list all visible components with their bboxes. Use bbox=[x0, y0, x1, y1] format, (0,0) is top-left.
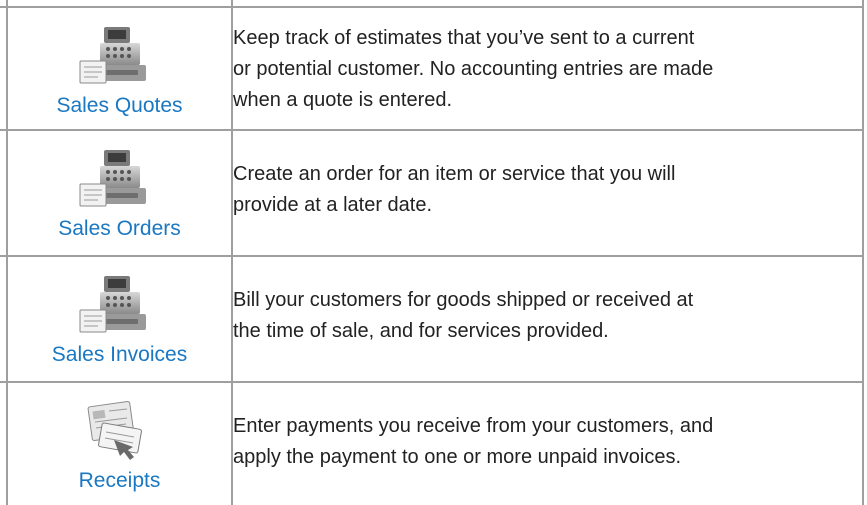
table-row-sales-invoices: Sales Invoices Bill your customers for g… bbox=[8, 257, 862, 379]
table-border-right bbox=[862, 0, 864, 505]
sales-tasks-table: Sales Quotes Keep track of estimates tha… bbox=[0, 0, 867, 505]
description-line: when a quote is entered. bbox=[233, 89, 453, 111]
sales-orders-link[interactable]: Sales Orders bbox=[8, 131, 231, 253]
table-row-receipts: Receipts Enter payments you receive from… bbox=[8, 383, 862, 505]
description-line: Keep track of estimates that you’ve sent… bbox=[233, 27, 695, 49]
receipts-description: Enter payments you receive from your cus… bbox=[233, 411, 833, 473]
sales-quotes-label[interactable]: Sales Quotes bbox=[8, 93, 231, 119]
cash-register-icon[interactable] bbox=[78, 25, 150, 89]
description-line: Create an order for an item or service t… bbox=[233, 163, 676, 185]
sales-invoices-label[interactable]: Sales Invoices bbox=[8, 342, 231, 368]
receipts-link[interactable]: Receipts bbox=[8, 383, 231, 505]
table-row-sales-orders: Sales Orders Create an order for an item… bbox=[8, 131, 862, 253]
sales-quotes-description: Keep track of estimates that you’ve sent… bbox=[233, 23, 833, 116]
description-line: the time of sale, and for services provi… bbox=[233, 320, 609, 342]
sales-quotes-link[interactable]: Sales Quotes bbox=[8, 8, 231, 130]
description-line: or potential customer. No accounting ent… bbox=[233, 58, 714, 80]
receipts-label[interactable]: Receipts bbox=[8, 468, 231, 494]
cash-register-icon[interactable] bbox=[78, 148, 150, 212]
description-line: Enter payments you receive from your cus… bbox=[233, 415, 714, 437]
sales-invoices-description: Bill your customers for goods shipped or… bbox=[233, 285, 833, 347]
table-row-sales-quotes: Sales Quotes Keep track of estimates tha… bbox=[8, 8, 862, 130]
description-line: provide at a later date. bbox=[233, 194, 433, 216]
sales-orders-description: Create an order for an item or service t… bbox=[233, 159, 833, 221]
description-line: apply the payment to one or more unpaid … bbox=[233, 446, 682, 468]
cash-register-icon[interactable] bbox=[78, 274, 150, 338]
sales-orders-label[interactable]: Sales Orders bbox=[8, 216, 231, 242]
description-line: Bill your customers for goods shipped or… bbox=[233, 289, 694, 311]
sales-invoices-link[interactable]: Sales Invoices bbox=[8, 257, 231, 379]
receipt-document-icon[interactable] bbox=[78, 400, 150, 464]
